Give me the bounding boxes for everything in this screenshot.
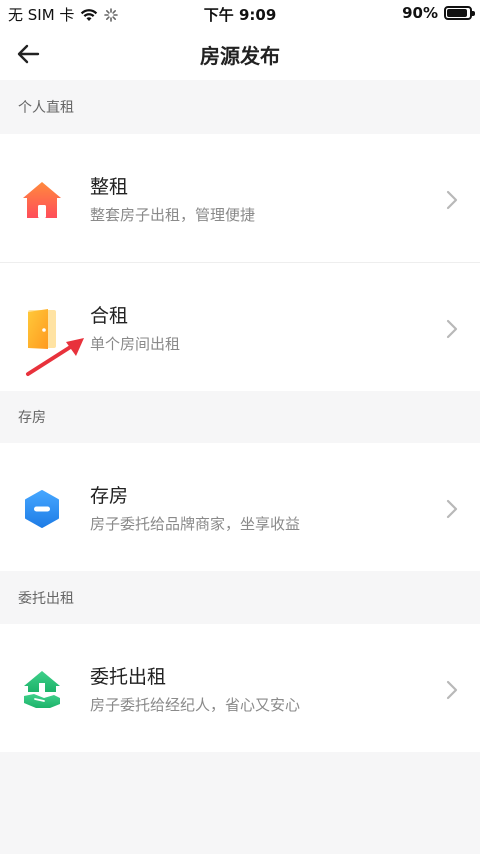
chevron-right-icon xyxy=(446,319,458,339)
section-header-entrust-rent: 委托出租 xyxy=(0,571,480,624)
battery-percent: 90% xyxy=(402,4,438,22)
option-title: 存房 xyxy=(90,485,129,507)
option-subtitle: 房子委托给经纪人，省心又安心 xyxy=(90,696,301,714)
section-header-personal-rent: 个人直租 xyxy=(0,80,480,134)
annotation-arrow-icon xyxy=(26,338,84,376)
page-title: 房源发布 xyxy=(200,44,280,68)
option-subtitle: 整套房子出租，管理便捷 xyxy=(90,206,256,224)
option-whole-rent[interactable]: 整租 整套房子出租，管理便捷 xyxy=(0,134,480,262)
battery-level xyxy=(447,9,467,17)
house-handshake-icon xyxy=(24,671,60,708)
option-title: 委托出租 xyxy=(90,666,167,688)
option-store-house[interactable]: 存房 房子委托给品牌商家，坐享收益 xyxy=(0,443,480,571)
option-subtitle: 房子委托给品牌商家，坐享收益 xyxy=(90,515,301,533)
chevron-right-icon xyxy=(446,680,458,700)
status-right: 90% xyxy=(402,4,475,22)
hexagon-minus-icon xyxy=(25,490,59,528)
option-title: 整租 xyxy=(90,176,129,198)
house-icon xyxy=(23,182,61,218)
chevron-right-icon xyxy=(446,190,458,210)
section-header-store-house: 存房 xyxy=(0,391,480,443)
status-bar: 无 SIM 卡 下午 9:09 90% xyxy=(0,0,480,28)
option-subtitle: 单个房间出租 xyxy=(90,335,181,353)
chevron-right-icon xyxy=(446,499,458,519)
nav-bar: 房源发布 xyxy=(0,28,480,80)
battery-icon xyxy=(444,6,475,20)
option-entrust-rent[interactable]: 委托出租 房子委托给经纪人，省心又安心 xyxy=(0,624,480,752)
option-title: 合租 xyxy=(90,305,129,327)
